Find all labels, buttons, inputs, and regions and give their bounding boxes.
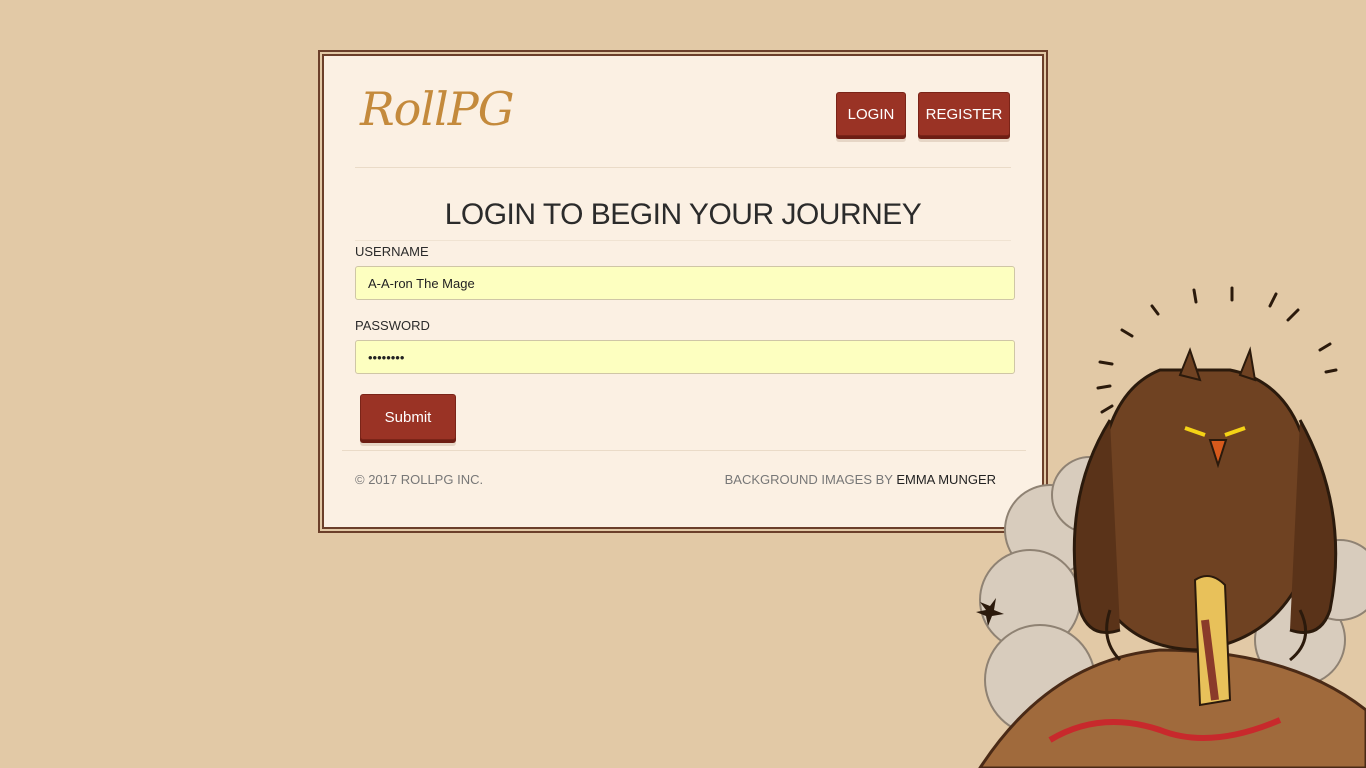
image-credit-prefix: BACKGROUND IMAGES BY (724, 472, 897, 487)
nav-register-button[interactable]: REGISTER (918, 92, 1010, 136)
footer-divider (342, 450, 1026, 451)
password-label: PASSWORD (355, 318, 430, 333)
heading-divider (355, 240, 1011, 241)
login-card: RollPG LOGIN REGISTER LOGIN TO BEGIN YOU… (318, 50, 1048, 533)
login-page: RollPG LOGIN REGISTER LOGIN TO BEGIN YOU… (0, 0, 1366, 768)
copyright-text: © 2017 ROLLPG INC. (355, 472, 484, 487)
header-divider (355, 167, 1011, 168)
rollpg-logo[interactable]: RollPG (360, 86, 514, 132)
owl-monster-illustration (976, 286, 1366, 768)
password-input[interactable] (355, 340, 1015, 374)
username-input[interactable] (355, 266, 1015, 300)
submit-button[interactable]: Submit (360, 394, 456, 440)
page-title: LOGIN TO BEGIN YOUR JOURNEY (444, 198, 922, 231)
username-label: USERNAME (355, 244, 429, 259)
image-credit: BACKGROUND IMAGES BY EMMA MUNGER (725, 472, 996, 487)
login-card-inner: RollPG LOGIN REGISTER LOGIN TO BEGIN YOU… (322, 54, 1044, 529)
nav-login-button[interactable]: LOGIN (836, 92, 906, 136)
